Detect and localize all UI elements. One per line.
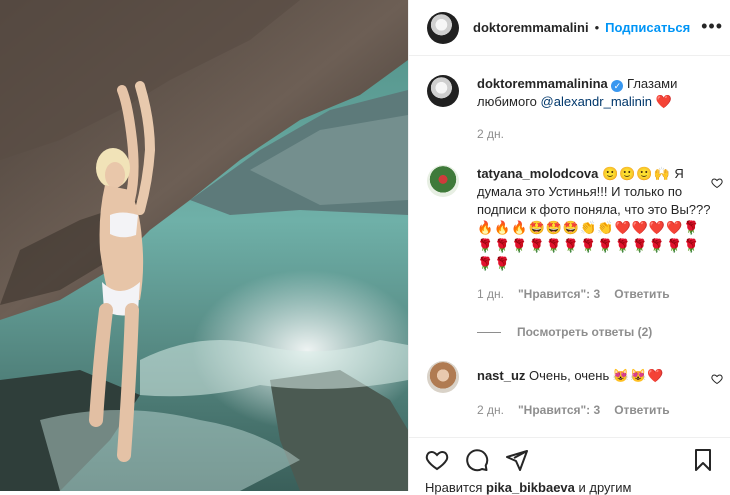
beach-rock-photo [0,0,408,491]
post-modal: doktoremmamalini • Подписаться ••• dokto… [0,0,730,495]
reply-button[interactable]: Ответить [614,401,669,419]
heart-icon[interactable] [425,448,449,472]
reply-button[interactable]: Ответить [614,285,669,303]
view-replies-label[interactable]: Посмотреть ответы (2) [517,325,652,339]
heart-icon[interactable] [711,177,723,189]
commenter-avatar[interactable] [427,361,459,393]
heart-icon[interactable] [711,373,723,385]
comment-emojis: 😻😻❤️ [612,368,665,383]
likes-user[interactable]: pika_bikbaeva [486,480,575,495]
caption-username[interactable]: doktoremmamalinina [477,76,608,91]
post-header: doktoremmamalini • Подписаться ••• [409,0,730,56]
comments-list[interactable]: doktoremmamalinina ✓ Глазами любимого @a… [409,57,730,437]
comment-time[interactable]: 2 дн. [477,401,504,419]
author-avatar[interactable] [427,11,459,44]
caption: doktoremmamalinina ✓ Глазами любимого @a… [427,75,717,143]
comment-text: Очень, очень [529,368,610,383]
separator-dot: • [594,20,600,35]
replies-line [477,331,501,333]
comment-item: nast_uz Очень, очень 😻😻❤️ 2 дн. "Нравитс… [427,361,723,419]
share-icon[interactable] [505,448,529,472]
post-photo[interactable] [0,0,408,491]
commenter-username[interactable]: nast_uz [477,368,525,383]
follow-button[interactable]: Подписаться [605,20,690,35]
likes-prefix: Нравится [425,480,483,495]
comment-emoji-line: 🔥🔥🔥🤩🤩🤩👏👏❤️❤️❤️❤️🌹🌹🌹🌹🌹🌹🌹🌹🌹🌹🌹🌹🌹🌹🌹🌹 [477,220,701,271]
comment-likes[interactable]: "Нравится": 3 [518,401,600,419]
caption-time[interactable]: 2 дн. [477,125,504,143]
ellipsis-icon[interactable]: ••• [701,16,723,37]
action-bar: Нравится pika_bikbaeva и другим [409,437,730,495]
view-replies-button[interactable]: Посмотреть ответы (2) [477,325,652,339]
comment-time[interactable]: 1 дн. [477,285,504,303]
comment-item: tatyana_molodcova 🙂🙂🙂🙌 Я думала это Усти… [427,165,723,303]
commenter-username[interactable]: tatyana_molodcova [477,166,598,181]
comment-likes[interactable]: "Нравится": 3 [518,285,600,303]
bookmark-icon[interactable] [691,448,715,472]
comment-icon[interactable] [465,448,489,472]
likes-suffix[interactable]: и другим [579,480,632,495]
caption-emoji: ❤️ [655,94,672,109]
likes-summary: Нравится pika_bikbaeva и другим [425,480,715,495]
caption-mention[interactable]: @alexandr_malinin [541,94,652,109]
verified-icon: ✓ [611,80,624,92]
caption-avatar[interactable] [427,75,459,107]
post-sidebar: doktoremmamalini • Подписаться ••• dokto… [408,0,730,495]
comment-emojis: 🙂🙂🙂🙌 [602,166,671,181]
author-username[interactable]: doktoremmamalini [473,20,589,35]
commenter-avatar[interactable] [427,165,459,197]
